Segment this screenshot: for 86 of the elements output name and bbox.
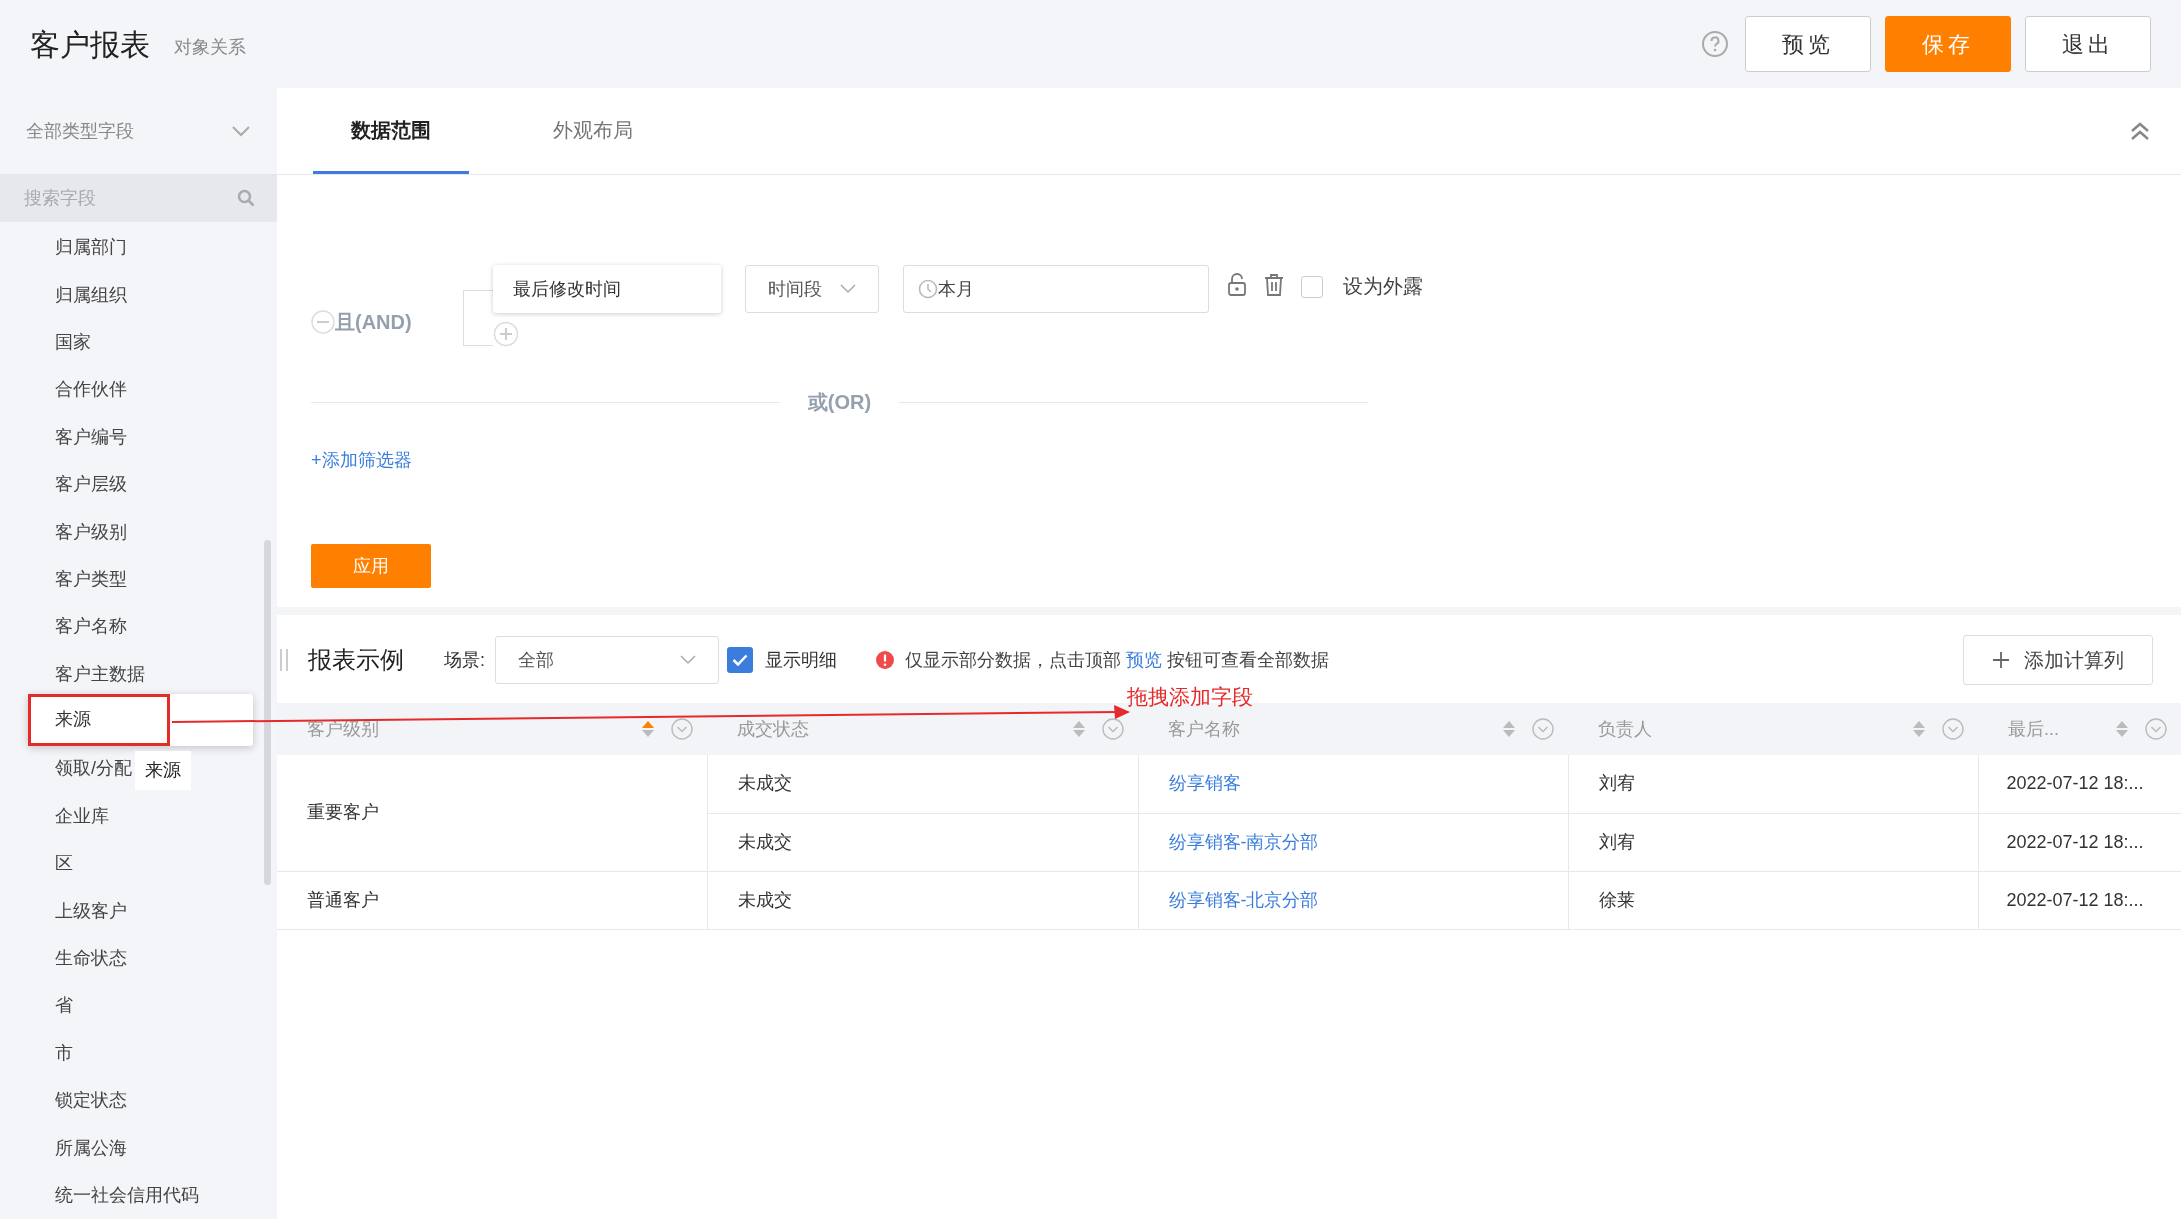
drag-hint: 拖拽添加字段	[1127, 684, 1253, 710]
scene-label: 场景:	[444, 648, 485, 672]
plus-icon	[1992, 651, 2010, 669]
collapse-icon[interactable]	[2129, 120, 2151, 142]
field-item[interactable]: 客户类型	[55, 565, 127, 593]
field-item[interactable]: 区	[55, 850, 73, 878]
table-cell: 重要客户	[277, 755, 707, 871]
sort-icon[interactable]	[641, 719, 655, 739]
search-icon[interactable]	[237, 189, 255, 207]
preview-link[interactable]: 预览	[1126, 649, 1163, 670]
table-cell: 普通客户	[277, 871, 707, 929]
table-cell: 刘宥	[1568, 813, 1978, 871]
field-item[interactable]: 领取/分配	[55, 755, 132, 783]
field-item[interactable]: 客户层级	[55, 471, 127, 499]
field-item[interactable]: 市	[55, 1039, 73, 1067]
header-button[interactable]: 退出	[2025, 16, 2151, 72]
customer-link[interactable]: 纷享销客	[1138, 755, 1568, 813]
resize-handle[interactable]	[280, 649, 288, 671]
table-cell: 未成交	[707, 871, 1138, 929]
expose-label: 设为外露	[1343, 274, 1423, 299]
and-label: 且(AND)	[335, 310, 412, 335]
customer-link[interactable]: 纷享销客-南京分部	[1138, 813, 1568, 871]
field-item[interactable]: 客户主数据	[55, 660, 145, 688]
chevron-circle-icon[interactable]	[1102, 718, 1124, 740]
show-detail-label: 显示明细	[765, 648, 837, 672]
table-cell: 未成交	[707, 813, 1138, 871]
tab[interactable]: 外观布局	[515, 88, 671, 174]
drag-tooltip: 来源	[135, 751, 191, 790]
field-item[interactable]: 所属公海	[55, 1134, 127, 1162]
field-item[interactable]: 归属组织	[55, 281, 127, 309]
table-cell: 徐莱	[1568, 871, 1978, 929]
chevron-circle-icon[interactable]	[671, 718, 693, 740]
sort-icon[interactable]	[2115, 719, 2129, 739]
table-cell: 刘宥	[1568, 755, 1978, 813]
search-field[interactable]: 搜索字段	[0, 175, 277, 222]
help-icon[interactable]	[1701, 30, 1729, 58]
lock-icon[interactable]	[1227, 273, 1247, 297]
field-item[interactable]: 国家	[55, 328, 91, 356]
field-item[interactable]: 客户编号	[55, 423, 127, 451]
show-detail-checkbox[interactable]	[727, 647, 753, 673]
table-cell: 2022-07-12 18:...	[1978, 871, 2181, 929]
header-button[interactable]: 预览	[1745, 16, 1871, 72]
field-item[interactable]: 上级客户	[55, 897, 127, 925]
field-chip[interactable]: 最后修改时间	[493, 265, 721, 313]
chevron-down-icon	[231, 125, 251, 137]
field-item[interactable]: 锁定状态	[55, 1087, 127, 1115]
field-item[interactable]: 合作伙伴	[55, 376, 127, 404]
check-icon	[732, 654, 748, 666]
sort-icon[interactable]	[1502, 719, 1516, 739]
field-item[interactable]: 客户级别	[55, 518, 127, 546]
sort-icon[interactable]	[1072, 719, 1086, 739]
expose-checkbox[interactable]	[1301, 276, 1323, 298]
page-subtitle: 对象关系	[174, 35, 246, 59]
operator-select[interactable]: 时间段	[745, 265, 879, 313]
dragged-field[interactable]: 来源	[28, 693, 170, 746]
chevron-down-icon	[680, 655, 696, 665]
table-cell: 2022-07-12 18:...	[1978, 755, 2181, 813]
add-column-button[interactable]: 添加计算列	[1963, 635, 2153, 685]
field-item[interactable]: 企业库	[55, 802, 109, 830]
dragged-field-card[interactable]: 来源	[28, 693, 253, 746]
field-item[interactable]: 客户名称	[55, 613, 127, 641]
scene-select[interactable]: 全部	[495, 636, 719, 684]
chevron-down-icon	[840, 284, 856, 294]
report-title: 报表示例	[308, 645, 404, 675]
table-cell: 未成交	[707, 755, 1138, 813]
table-cell: 2022-07-12 18:...	[1978, 813, 2181, 871]
chevron-circle-icon[interactable]	[2145, 718, 2167, 740]
customer-link[interactable]: 纷享销客-北京分部	[1138, 871, 1568, 929]
warning-icon	[875, 650, 895, 670]
field-item[interactable]: 统一社会信用代码	[55, 1182, 199, 1209]
add-filter-link[interactable]: +添加筛选器	[311, 447, 412, 474]
or-label: 或(OR)	[806, 390, 873, 415]
field-item[interactable]: 归属部门	[55, 234, 127, 262]
value-field[interactable]: 本月	[903, 265, 1209, 313]
field-item[interactable]: 生命状态	[55, 945, 127, 973]
scrollbar[interactable]	[264, 540, 271, 885]
tab[interactable]: 数据范围	[313, 88, 469, 174]
sort-icon[interactable]	[1912, 719, 1926, 739]
clock-icon	[918, 279, 938, 299]
minus-circle-icon[interactable]	[311, 310, 335, 334]
notice-text: 仅显示部分数据，点击顶部 预览 按钮可查看全部数据	[905, 648, 1330, 672]
trash-icon[interactable]	[1263, 273, 1285, 297]
field-item[interactable]: 省	[55, 992, 73, 1020]
chevron-circle-icon[interactable]	[1942, 718, 1964, 740]
page-title: 客户报表	[30, 26, 150, 63]
chevron-circle-icon[interactable]	[1532, 718, 1554, 740]
